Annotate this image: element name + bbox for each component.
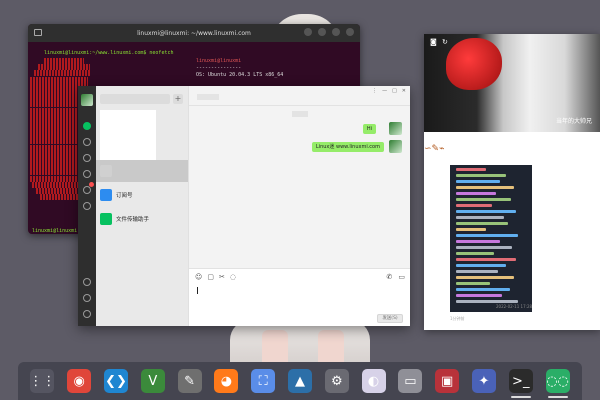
subscription-icon: [100, 189, 112, 201]
chat-item-subscriptions[interactable]: 订阅号: [96, 184, 188, 206]
terminal-title: linuxmi@linuxmi: ~/www.linuxmi.com: [137, 29, 251, 37]
dock-settings-icon[interactable]: ⚙: [324, 369, 349, 393]
user-signature-image: ∽✎⌁: [424, 144, 445, 154]
dock-files-icon[interactable]: ▭: [398, 369, 423, 393]
chat-list: + 订阅号 文件传输助手: [96, 86, 188, 326]
post-time: 1分钟前: [450, 316, 465, 321]
chat-header: ⋮ — □ ✕: [189, 86, 410, 106]
chat-title: [197, 94, 219, 100]
send-button[interactable]: 发送(S): [377, 314, 403, 323]
terminal-command-line: linuxmi@linuxmi:~/www.linuxmi.com$ neofe…: [44, 50, 174, 57]
neofetch-user: linuxmi@linuxmi: [196, 58, 242, 64]
add-button[interactable]: +: [173, 94, 183, 104]
dock-screenshot-icon[interactable]: ⛶: [251, 369, 276, 393]
dock: ⋮⋮ ◉ ❮❯ V ✎ ◕ ⛶ ▲ ⚙ ◐ ▭ ▣ ✦ >_ ◌◌: [18, 362, 582, 400]
wechat-sidebar: [78, 86, 96, 326]
chat-item-selected[interactable]: [96, 160, 188, 182]
moments-viewer-window[interactable]: ◙ ↻ 当年的大帅兄 ∽✎⌁ 2022-02-11 17:28 1分钟前: [424, 34, 600, 330]
dock-game-icon[interactable]: ✦: [471, 369, 496, 393]
chat-icon[interactable]: [83, 122, 91, 130]
photo-date: 2022-02-11 17:28: [496, 304, 533, 309]
refresh-icon[interactable]: ↻: [442, 38, 450, 46]
chat-history-icon[interactable]: ◌: [230, 273, 236, 281]
pin-icon[interactable]: ⋮: [372, 88, 377, 94]
chat-panel: ⋮ — □ ✕ Hi Linux迷 www.linuxmi.com ☺ ▢ ✂ …: [188, 86, 410, 326]
chat-item-file-transfer[interactable]: 文件传输助手: [96, 208, 188, 230]
maximize-button[interactable]: □: [392, 88, 397, 94]
files-icon[interactable]: [83, 170, 91, 178]
message-time: [292, 111, 308, 117]
dock-toggle-app-icon[interactable]: ◐: [361, 369, 386, 393]
dock-chrome-icon[interactable]: ◉: [67, 369, 92, 393]
moments-icon[interactable]: [83, 186, 91, 194]
dock-firefox-icon[interactable]: ◕: [214, 369, 239, 393]
video-call-icon[interactable]: ▭: [398, 273, 405, 281]
dock-tools-icon[interactable]: ✎: [177, 369, 202, 393]
chat-name: 订阅号: [116, 193, 133, 199]
boxing-glove-image: [446, 38, 502, 90]
favorites-icon[interactable]: [83, 154, 91, 162]
terminal-titlebar[interactable]: linuxmi@linuxmi: ~/www.linuxmi.com: [28, 24, 360, 42]
message-bubble[interactable]: Hi: [362, 124, 376, 134]
menu-icon[interactable]: [318, 28, 326, 36]
dock-app-launcher-icon[interactable]: ⋮⋮: [29, 369, 55, 393]
search-input[interactable]: [100, 94, 170, 104]
dock-terminal-icon[interactable]: >_: [508, 369, 533, 398]
dock-image-viewer-icon[interactable]: ▲: [287, 369, 312, 393]
close-button[interactable]: ✕: [402, 88, 406, 94]
sender-avatar[interactable]: [389, 140, 402, 153]
notification-dot: [89, 182, 94, 187]
chat-avatar: [100, 165, 112, 177]
dock-vscode-icon[interactable]: ❮❯: [103, 369, 128, 393]
cover-caption: 当年的大帅兄: [555, 118, 592, 125]
folder-icon[interactable]: ▢: [207, 273, 214, 281]
minimize-button[interactable]: —: [382, 88, 387, 94]
voice-call-icon[interactable]: ✆: [387, 273, 393, 281]
file-transfer-icon: [100, 213, 112, 225]
wechat-window[interactable]: + 订阅号 文件传输助手 ⋮ — □ ✕ Hi Linux迷 www.linux…: [78, 86, 410, 326]
dock-media-player-icon[interactable]: ▣: [435, 369, 460, 393]
sender-avatar[interactable]: [389, 122, 402, 135]
code-screenshot-image[interactable]: [450, 165, 532, 312]
mini-program-icon[interactable]: [83, 202, 91, 210]
contacts-icon[interactable]: [83, 138, 91, 146]
minimize-icon[interactable]: [332, 28, 340, 36]
neofetch-separator: ---------------: [196, 65, 242, 71]
neofetch-info: linuxmi@linuxmi --------------- OS: Ubun…: [196, 58, 283, 79]
my-avatar[interactable]: [81, 94, 93, 106]
new-tab-icon[interactable]: [34, 29, 42, 36]
miniprogram-panel-icon[interactable]: [83, 278, 91, 286]
camera-icon[interactable]: ◙: [430, 38, 438, 46]
dock-vim-icon[interactable]: V: [140, 369, 165, 393]
message-input-area[interactable]: ☺ ▢ ✂ ◌ ✆ ▭ 发送(S): [189, 268, 410, 326]
close-icon[interactable]: [346, 28, 354, 36]
dock-wechat-icon[interactable]: ◌◌: [545, 369, 570, 398]
emoji-icon[interactable]: ☺: [195, 273, 202, 281]
search-icon[interactable]: [304, 28, 312, 36]
phone-icon[interactable]: [83, 294, 91, 302]
neofetch-os: OS: Ubuntu 20.04.3 LTS x86_64: [196, 72, 284, 78]
moments-cover-photo[interactable]: ◙ ↻ 当年的大帅兄: [424, 34, 600, 132]
message-bubble[interactable]: Linux迷 www.linuxmi.com: [311, 142, 384, 152]
scissors-icon[interactable]: ✂: [219, 273, 225, 281]
more-menu-icon[interactable]: [83, 310, 91, 318]
text-caret: [197, 287, 198, 294]
chat-name: 文件传输助手: [116, 217, 150, 223]
